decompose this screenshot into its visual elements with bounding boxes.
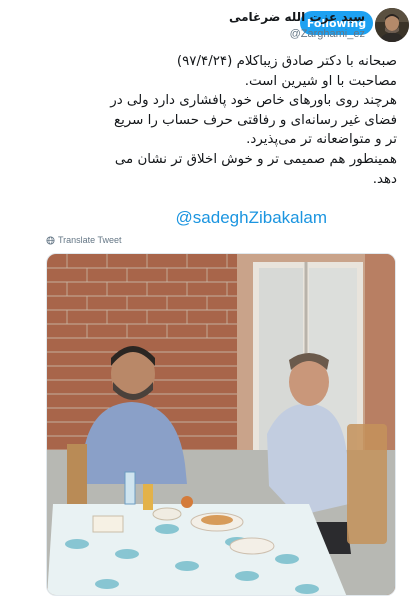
mention-link[interactable]: @sadeghZibakalam <box>176 208 327 228</box>
tweet-card: Following سید عزت الله ضرغامی @Zarghami_… <box>0 0 419 600</box>
tweet-photo[interactable] <box>46 253 396 596</box>
globe-icon <box>46 235 55 245</box>
tweet-line: صبحانه با دکتر صادق زیباکلام (۹۷/۴/۲۴) <box>176 54 397 69</box>
tweet-line: تر و متواضعانه تر می‌پذیرد. <box>246 132 397 148</box>
tweet-line: دهد. <box>372 171 397 187</box>
translate-label: Translate Tweet <box>58 235 122 245</box>
translate-tweet-link[interactable]: Translate Tweet <box>46 235 122 245</box>
author-display-name[interactable]: سید عزت الله ضرغامی <box>229 10 365 25</box>
tweet-line: فضای غیر رسانه‌ای و رفاقتی حرف حساب را س… <box>113 112 397 128</box>
tweet-text: صبحانه با دکتر صادق زیباکلام (۹۷/۴/۲۴) م… <box>37 52 397 189</box>
avatar[interactable] <box>375 8 409 42</box>
tweet-header: Following سید عزت الله ضرغامی @Zarghami_… <box>0 0 419 48</box>
author-handle[interactable]: @Zarghami_ez <box>229 27 365 41</box>
tweet-line: هرچند روی باورهای خاص خود پافشاری دارد و… <box>110 93 397 109</box>
author-info[interactable]: سید عزت الله ضرغامی @Zarghami_ez <box>229 10 365 41</box>
tweet-line: مصاحبت با او شیرین است. <box>244 73 397 89</box>
breakfast-photo <box>47 254 395 595</box>
tweet-line: همینطور هم صمیمی تر و خوش اخلاق تر نشان … <box>114 151 397 167</box>
avatar-photo-icon <box>375 8 409 42</box>
